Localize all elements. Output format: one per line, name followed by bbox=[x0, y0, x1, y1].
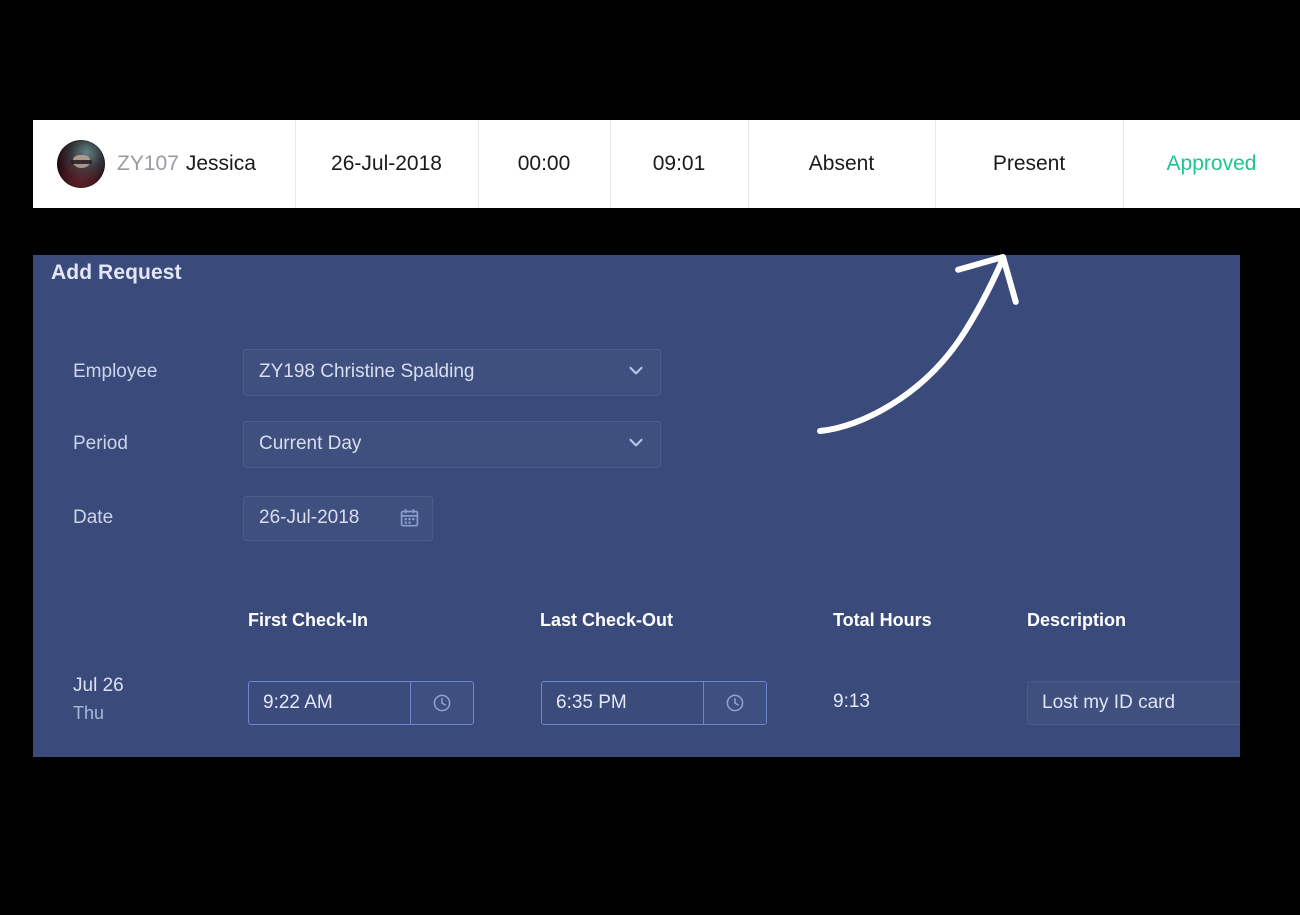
period-select-value: Current Day bbox=[259, 433, 362, 454]
first-check-in-input[interactable]: 9:22 AM bbox=[249, 682, 410, 724]
row-day: Jul 26 bbox=[73, 675, 124, 696]
calendar-icon[interactable] bbox=[400, 509, 419, 528]
column-header-description: Description bbox=[1027, 610, 1127, 630]
period-label: Period bbox=[73, 433, 128, 454]
date-input-value: 26-Jul-2018 bbox=[259, 507, 360, 528]
column-header-last-check-out: Last Check-Out bbox=[540, 610, 674, 630]
clock-icon-button-check-out[interactable] bbox=[703, 682, 766, 724]
attendance-cell-status-present: Present bbox=[935, 120, 1123, 208]
clock-icon bbox=[725, 693, 745, 713]
column-header-total-hours: Total Hours bbox=[833, 610, 932, 630]
description-input[interactable]: Lost my ID card bbox=[1027, 681, 1240, 725]
request-table-row: Jul 26 Thu 9:22 AM 6:35 PM 9:13 Lost my … bbox=[33, 665, 1240, 735]
form-row-period: Period Current Day bbox=[73, 420, 661, 468]
date-label: Date bbox=[73, 507, 114, 528]
last-check-out-input[interactable]: 6:35 PM bbox=[542, 682, 703, 724]
total-hours-value: 9:13 bbox=[833, 691, 870, 712]
add-request-panel: Add Request Employee ZY198 Christine Spa… bbox=[33, 255, 1240, 757]
screenshot-root: ZY107 Jessica 26-Jul-2018 00:00 09:01 Ab… bbox=[0, 0, 1300, 915]
clock-icon-button-check-in[interactable] bbox=[410, 682, 473, 724]
row-weekday: Thu bbox=[73, 702, 105, 723]
form-row-date: Date 26-Jul-2018 bbox=[73, 495, 433, 541]
page-title: Add Request bbox=[51, 261, 182, 284]
form-row-employee: Employee ZY198 Christine Spalding bbox=[73, 348, 661, 396]
avatar bbox=[57, 140, 105, 188]
column-header-first-check-in: First Check-In bbox=[248, 610, 369, 630]
attendance-cell-hours: 00:00 bbox=[478, 120, 610, 208]
attendance-record-row: ZY107 Jessica 26-Jul-2018 00:00 09:01 Ab… bbox=[33, 120, 1300, 208]
attendance-cell-total-hours: 09:01 bbox=[610, 120, 748, 208]
last-check-out-field-group: 6:35 PM bbox=[541, 681, 767, 725]
attendance-cell-approval-status: Approved bbox=[1123, 120, 1300, 208]
request-table-header: First Check-In Last Check-Out Total Hour… bbox=[33, 610, 1240, 640]
period-select[interactable]: Current Day bbox=[243, 420, 661, 468]
employee-label: Employee bbox=[73, 361, 158, 382]
first-check-in-field-group: 9:22 AM bbox=[248, 681, 474, 725]
employee-select[interactable]: ZY198 Christine Spalding bbox=[243, 348, 661, 396]
employee-select-value: ZY198 Christine Spalding bbox=[259, 361, 475, 382]
chevron-down-icon bbox=[628, 362, 644, 378]
date-input[interactable]: 26-Jul-2018 bbox=[243, 495, 433, 541]
attendance-cell-status-absent: Absent bbox=[748, 120, 935, 208]
attendance-cell-date: 26-Jul-2018 bbox=[295, 120, 478, 208]
employee-name: Jessica bbox=[185, 152, 256, 175]
row-date-cell: Jul 26 Thu bbox=[73, 672, 124, 726]
attendance-cell-employee[interactable]: ZY107 Jessica bbox=[33, 120, 295, 208]
clock-icon bbox=[432, 693, 452, 713]
chevron-down-icon bbox=[628, 434, 644, 450]
employee-id: ZY107 bbox=[117, 152, 179, 175]
